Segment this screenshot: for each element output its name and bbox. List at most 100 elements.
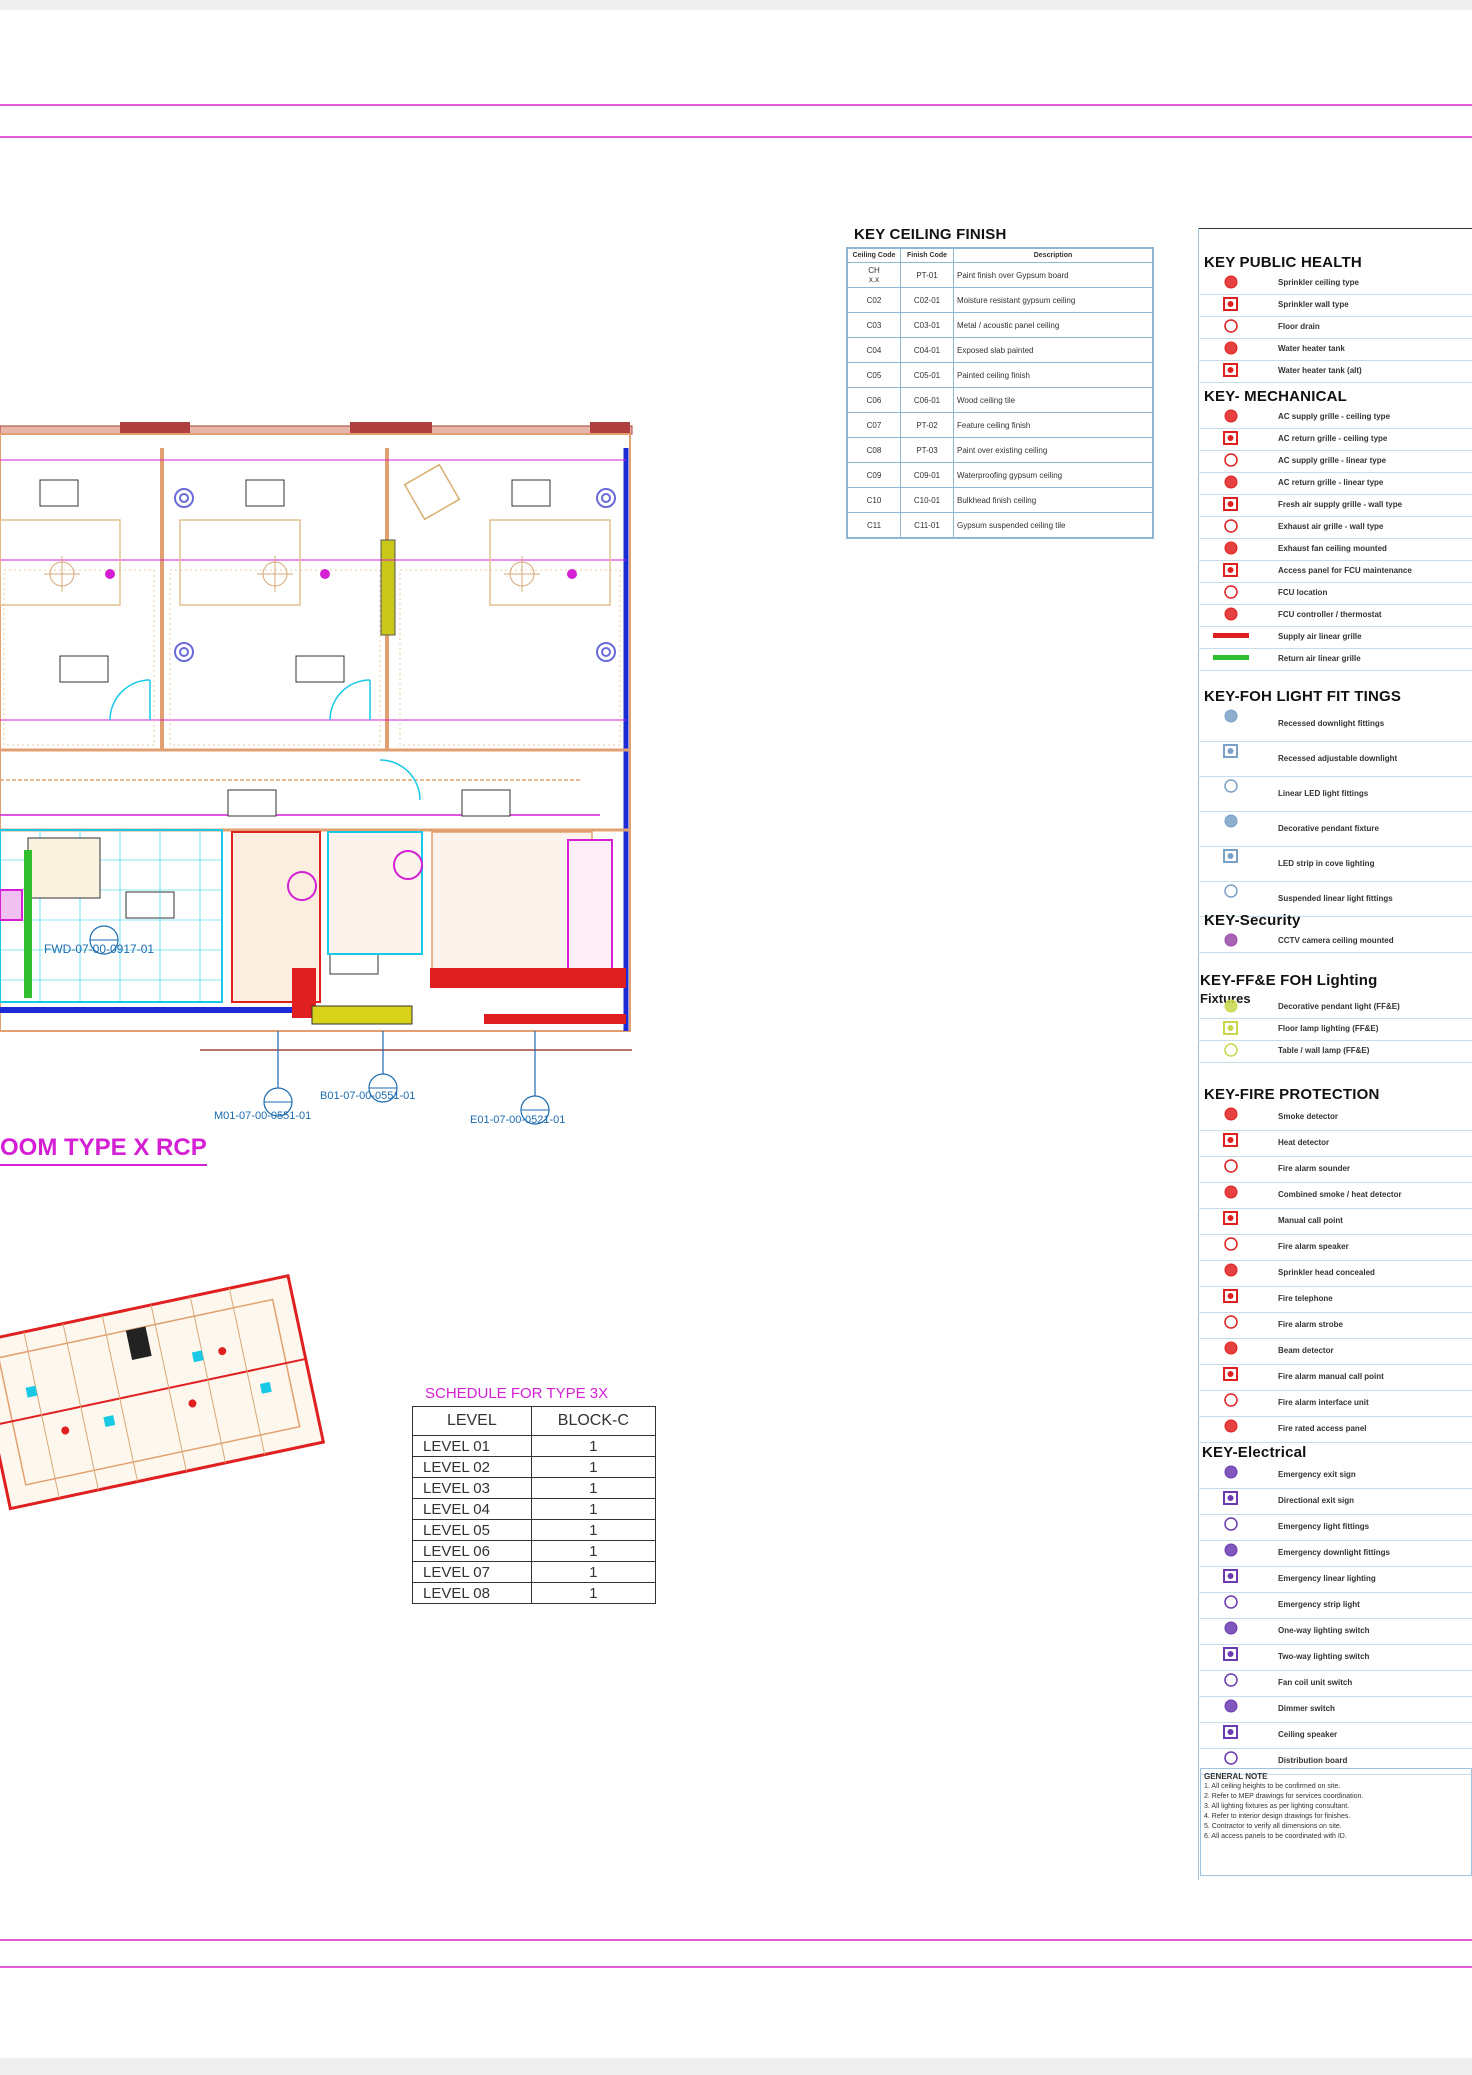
- key-mechanical-title: KEY- MECHANICAL: [1204, 388, 1348, 405]
- callout-label-e01: E01-07-00-0521-01: [470, 1114, 566, 1126]
- legend-item: Heat detector: [1198, 1130, 1472, 1157]
- schedule-cell: 1: [530, 1498, 657, 1520]
- legend-item: Emergency light fittings: [1198, 1514, 1472, 1541]
- legend-symbol-icon: [1210, 1672, 1252, 1688]
- legend-item-label: Fire telephone: [1278, 1294, 1333, 1303]
- legend-item: Ceiling speaker: [1198, 1722, 1472, 1749]
- ceiling-finish-row: C08 PT-03 Paint over existing ceiling: [847, 437, 1153, 463]
- ceiling-finish-row: C09 C09-01 Waterproofing gypsum ceiling: [847, 462, 1153, 488]
- legend-symbol-icon: [1210, 628, 1252, 644]
- legend-item-label: AC return grille - linear type: [1278, 478, 1384, 487]
- legend-item: Fan coil unit switch: [1198, 1670, 1472, 1697]
- border-line-top-2: [0, 136, 1472, 138]
- legend-item-label: Smoke detector: [1278, 1112, 1339, 1121]
- callout-label-fwd: FWD-07-00-0917-01: [44, 942, 155, 956]
- legend-item: AC supply grille - ceiling type: [1198, 406, 1472, 429]
- ceiling-finish-title: KEY CEILING FINISH: [854, 226, 1007, 243]
- legend-item-label: AC supply grille - ceiling type: [1278, 412, 1391, 421]
- legend-item-label: Access panel for FCU maintenance: [1278, 566, 1412, 575]
- plan-title: OOM TYPE X RCP: [0, 1134, 207, 1166]
- legend-item-label: Sprinkler head concealed: [1278, 1268, 1375, 1277]
- ceiling-finish-row: C06 C06-01 Wood ceiling tile: [847, 387, 1153, 413]
- ceiling-finish-cell: C11: [847, 512, 901, 538]
- ceiling-finish-cell: C07: [847, 412, 901, 438]
- ceiling-finish-row: C07 PT-02 Feature ceiling finish: [847, 412, 1153, 438]
- ceiling-finish-cell: Paint over existing ceiling: [953, 437, 1153, 463]
- legend-item: Recessed downlight fittings: [1198, 706, 1472, 742]
- ceiling-finish-row: C03 C03-01 Metal / acoustic panel ceiling: [847, 312, 1153, 338]
- ceiling-finish-cell: C03-01: [900, 312, 954, 338]
- legend-symbol-icon: [1210, 932, 1252, 948]
- legend-item-label: Fire alarm sounder: [1278, 1164, 1351, 1173]
- legend-symbol-icon: [1210, 1288, 1252, 1304]
- legend-item-label: Emergency strip light: [1278, 1600, 1360, 1609]
- legend-item: LED strip in cove lighting: [1198, 846, 1472, 882]
- legend-item: Emergency strip light: [1198, 1592, 1472, 1619]
- legend-item: FCU location: [1198, 582, 1472, 605]
- legend-symbol-icon: [1210, 1620, 1252, 1636]
- legend-item-label: Decorative pendant light (FF&E): [1278, 1002, 1400, 1011]
- legend-symbol-icon: [1210, 1750, 1252, 1766]
- legend-item-label: Table / wall lamp (FF&E): [1278, 1046, 1370, 1055]
- ceiling-finish-cell: Exposed slab painted: [953, 337, 1153, 363]
- legend-item-label: AC supply grille - linear type: [1278, 456, 1387, 465]
- legend-item-label: Manual call point: [1278, 1216, 1343, 1225]
- ceiling-finish-cell: C09: [847, 462, 901, 488]
- ceiling-finish-cell: C04-01: [900, 337, 954, 363]
- legend-item-label: Exhaust fan ceiling mounted: [1278, 544, 1387, 553]
- key-public-health-title: KEY PUBLIC HEALTH: [1204, 254, 1362, 271]
- ceiling-finish-cell: C05: [847, 362, 901, 388]
- legend-item-label: CCTV camera ceiling mounted: [1278, 936, 1394, 945]
- legend-item: Floor drain: [1198, 316, 1472, 339]
- ceiling-finish-cell: C08: [847, 437, 901, 463]
- legend-item-label: Floor lamp lighting (FF&E): [1278, 1024, 1379, 1033]
- ceiling-finish-cell: C09-01: [900, 462, 954, 488]
- ceiling-finish-table: Ceiling Code Finish Code Description CH x.x…: [846, 247, 1154, 539]
- schedule-title: SCHEDULE FOR TYPE 3X: [425, 1385, 609, 1402]
- legend-item: Sprinkler wall type: [1198, 294, 1472, 317]
- legend-item-label: Fire alarm interface unit: [1278, 1398, 1369, 1407]
- schedule-header: LEVEL: [412, 1406, 532, 1436]
- ceiling-finish-cell: C06: [847, 387, 901, 413]
- callout-label-b01: B01-07-00-0551-01: [320, 1090, 416, 1102]
- legend-item-label: Fire rated access panel: [1278, 1424, 1367, 1433]
- legend-symbol-icon: [1210, 1042, 1252, 1058]
- schedule-cell: LEVEL 01: [412, 1435, 532, 1457]
- schedule-row: LEVEL 04 1: [412, 1498, 657, 1520]
- legend-symbol-icon: [1210, 1236, 1252, 1252]
- legend-item-label: Decorative pendant fixture: [1278, 823, 1379, 833]
- ceiling-finish-cell: Bulkhead finish ceiling: [953, 487, 1153, 513]
- legend-item: Fire rated access panel: [1198, 1416, 1472, 1443]
- legend-symbol-icon: [1210, 430, 1252, 446]
- legend-symbol-icon: [1210, 408, 1252, 424]
- legend-symbol-icon: [1210, 1594, 1252, 1610]
- legend-item: Sprinkler ceiling type: [1198, 272, 1472, 295]
- legend-item-label: Water heater tank: [1278, 344, 1345, 353]
- legend-symbol-icon: [1210, 1262, 1252, 1278]
- legend-item-label: Beam detector: [1278, 1346, 1334, 1355]
- border-line-top-1: [0, 104, 1472, 106]
- callout-label-m01: M01-07-00-0551-01: [214, 1110, 312, 1122]
- legend-symbol-icon: [1210, 813, 1252, 829]
- ceiling-finish-cell: C02: [847, 287, 901, 313]
- legend-item: Emergency downlight fittings: [1198, 1540, 1472, 1567]
- legend-item-label: Linear LED light fittings: [1278, 788, 1369, 798]
- ceiling-finish-cell: C03: [847, 312, 901, 338]
- schedule-cell: 1: [530, 1561, 657, 1583]
- legend-symbol-icon: [1210, 1490, 1252, 1506]
- schedule-row: LEVEL 05 1: [412, 1519, 657, 1541]
- schedule-cell: LEVEL 03: [412, 1477, 532, 1499]
- key-ffe-title: KEY-FF&E FOH Lighting: [1200, 972, 1378, 989]
- legend-item-label: Return air linear grille: [1278, 654, 1361, 663]
- legend-item: AC supply grille - linear type: [1198, 450, 1472, 473]
- legend-symbol-icon: [1210, 540, 1252, 556]
- legend-symbol-icon: [1210, 650, 1252, 666]
- legend-symbol-icon: [1210, 1568, 1252, 1584]
- legend-symbol-icon: [1210, 362, 1252, 378]
- schedule-row: LEVEL 07 1: [412, 1561, 657, 1583]
- legend-symbol-icon: [1210, 1418, 1252, 1434]
- general-note-line: 6. All access panels to be coordinated w…: [1204, 1833, 1347, 1840]
- legend-item-label: Sprinkler wall type: [1278, 300, 1349, 309]
- legend-item-label: Directional exit sign: [1278, 1496, 1355, 1505]
- key-fire-title: KEY-FIRE PROTECTION: [1204, 1086, 1380, 1103]
